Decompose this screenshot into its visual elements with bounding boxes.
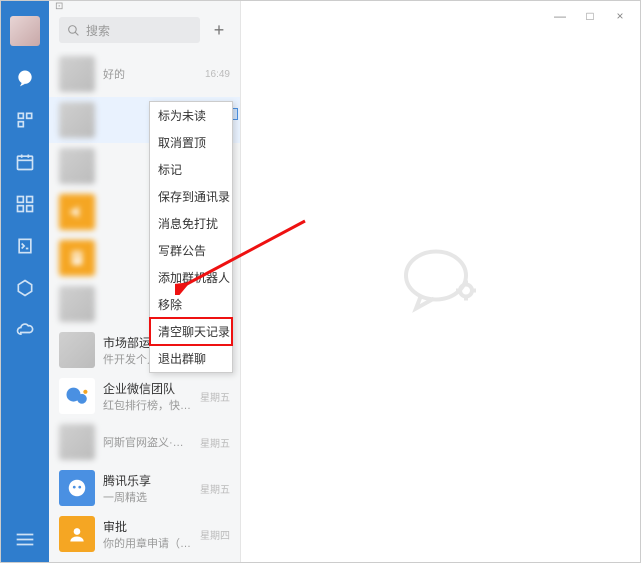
chat-avatar [59, 240, 95, 276]
search-input[interactable]: 搜索 [59, 17, 200, 43]
close-button[interactable]: × [608, 6, 632, 26]
chat-time: 星期四 [200, 527, 230, 542]
window-dots-icon: ⊡ [55, 1, 65, 12]
user-avatar[interactable] [10, 16, 40, 46]
chat-preview: 好的 [103, 66, 197, 82]
chat-item[interactable]: 企业微信团队红包排行榜，快进入… 星期五 [49, 373, 240, 419]
chat-preview: 一周精选 [103, 489, 192, 505]
chat-preview: 你的用章申请（不外… [103, 535, 192, 551]
chat-item[interactable]: 审批你的用章申请（不外… 星期四 [49, 511, 240, 557]
chat-avatar [59, 194, 95, 230]
context-menu-item[interactable]: 清空聊天记录 [150, 318, 232, 345]
chat-time: 星期五 [200, 435, 230, 450]
chat-item[interactable]: 好的 16:49 [49, 51, 240, 97]
titlebar: — □ × [241, 1, 640, 31]
context-menu-item[interactable]: 标记 [150, 156, 232, 183]
chat-avatar [59, 102, 95, 138]
chat-time: 星期五 [200, 389, 230, 404]
chat-avatar [59, 424, 95, 460]
nav-docs-icon[interactable] [15, 236, 35, 256]
chat-title: 审批 [103, 518, 192, 535]
maximize-button[interactable]: □ [578, 6, 602, 26]
chat-avatar [59, 148, 95, 184]
new-chat-button[interactable]: + [208, 19, 230, 41]
chat-avatar [59, 516, 95, 552]
left-sidebar [1, 1, 49, 562]
chat-time: 星期五 [200, 481, 230, 496]
chat-preview: 红包排行榜，快进入… [103, 397, 192, 413]
chat-preview: 阿斯官网盗义·先12:1… [103, 434, 192, 450]
main-pane: — □ × [241, 1, 640, 562]
chat-title: 企业微信团队 [103, 380, 192, 397]
search-icon [67, 24, 80, 37]
nav-apps-icon[interactable] [15, 194, 35, 214]
chat-avatar [59, 56, 95, 92]
chat-item[interactable]: 腾讯乐享一周精选星期五 [49, 465, 240, 511]
chat-avatar [59, 286, 95, 322]
chat-time: 16:49 [205, 69, 230, 80]
chat-avatar [59, 332, 95, 368]
minimize-button[interactable]: — [548, 6, 572, 26]
context-menu-item[interactable]: 写群公告 [150, 237, 232, 264]
context-menu-item[interactable]: 添加群机器人 [150, 264, 232, 291]
nav-chat-icon[interactable] [15, 68, 35, 88]
search-placeholder: 搜索 [86, 22, 110, 39]
empty-state-logo-icon [396, 240, 486, 323]
hamburger-menu-icon[interactable] [15, 532, 35, 548]
nav-cloud-icon[interactable] [15, 320, 35, 340]
chat-item[interactable]: 阿斯官网盗义·先12:1… 星期五 [49, 419, 240, 465]
context-menu-item[interactable]: 退出群聊 [150, 345, 232, 372]
nav-contacts-icon[interactable] [15, 110, 35, 130]
nav-calendar-icon[interactable] [15, 152, 35, 172]
context-menu-item[interactable]: 取消置顶 [150, 129, 232, 156]
chat-list-column: ⊡ 搜索 + 好的16:49 15:24 21分钟前 15:24 09:14 星… [49, 1, 241, 562]
context-menu-item[interactable]: 消息免打扰 [150, 210, 232, 237]
context-menu-item[interactable]: 标为未读 [150, 102, 232, 129]
chat-avatar [59, 470, 95, 506]
context-menu-item[interactable]: 保存到通讯录 [150, 183, 232, 210]
nav-hex-icon[interactable] [15, 278, 35, 298]
chat-title: 腾讯乐享 [103, 472, 192, 489]
context-menu: 标为未读取消置顶标记保存到通讯录消息免打扰写群公告添加群机器人移除清空聊天记录退… [149, 101, 233, 373]
chat-avatar [59, 378, 95, 414]
context-menu-item[interactable]: 移除 [150, 291, 232, 318]
